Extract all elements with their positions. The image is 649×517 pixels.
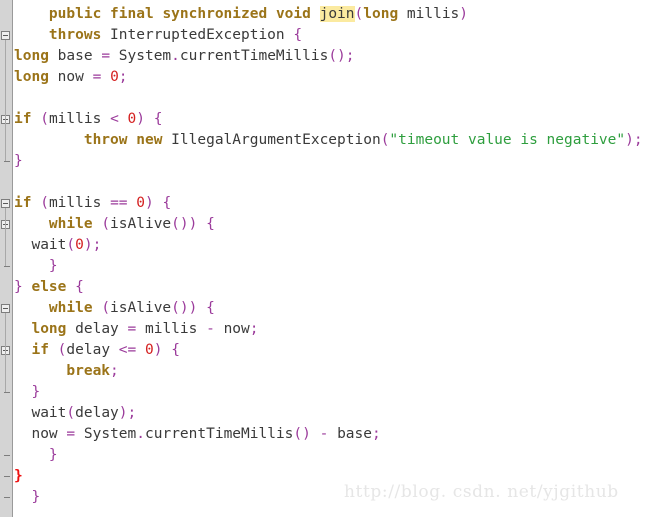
code-line[interactable]: long now = 0; xyxy=(14,67,128,88)
code-line[interactable]: throw new IllegalArgumentException("time… xyxy=(14,130,643,151)
code-line[interactable]: } xyxy=(14,445,58,466)
code-line[interactable]: } xyxy=(14,151,23,172)
code-line[interactable]: break; xyxy=(14,361,118,382)
code-line[interactable]: } xyxy=(14,256,58,277)
fold-end-icon[interactable] xyxy=(4,392,10,393)
code-line[interactable]: long base = System.currentTimeMillis(); xyxy=(14,46,355,67)
fold-end-icon[interactable] xyxy=(4,455,10,456)
fold-collapse-icon[interactable] xyxy=(1,199,10,208)
code-content-area[interactable]: public final synchronized void join(long… xyxy=(14,0,649,517)
code-line[interactable]: wait(0); xyxy=(14,235,101,256)
fold-end-icon[interactable] xyxy=(4,476,10,477)
fold-end-icon[interactable] xyxy=(4,497,10,498)
fold-collapse-icon[interactable] xyxy=(1,31,10,40)
fold-range-line xyxy=(5,40,6,161)
code-line[interactable]: long delay = millis - now; xyxy=(14,319,258,340)
fold-end-icon[interactable] xyxy=(4,161,10,162)
code-line[interactable]: throws InterruptedException { xyxy=(14,25,302,46)
code-line[interactable]: wait(delay); xyxy=(14,403,136,424)
code-line[interactable]: while (isAlive()) { xyxy=(14,298,215,319)
fold-collapse-icon[interactable] xyxy=(1,304,10,313)
fold-range-line xyxy=(5,355,6,392)
fold-range-line xyxy=(5,208,6,266)
code-line[interactable]: if (millis < 0) { xyxy=(14,109,162,130)
fold-end-icon[interactable] xyxy=(4,266,10,267)
code-line[interactable]: } else { xyxy=(14,277,84,298)
code-line[interactable]: if (delay <= 0) { xyxy=(14,340,179,361)
code-line[interactable]: } xyxy=(14,466,23,487)
watermark-url: http://blog. csdn. net/yjgithub xyxy=(344,482,619,502)
code-line[interactable]: now = System.currentTimeMillis() - base; xyxy=(14,424,380,445)
code-line[interactable]: public final synchronized void join(long… xyxy=(14,4,468,25)
code-editor-screenshot: } public final synchronized void join(lo… xyxy=(0,0,649,517)
code-line[interactable]: while (isAlive()) { xyxy=(14,214,215,235)
code-line[interactable]: } xyxy=(14,382,40,403)
code-folding-gutter[interactable] xyxy=(0,0,13,517)
code-line[interactable]: } xyxy=(14,487,40,508)
code-line[interactable]: if (millis == 0) { xyxy=(14,193,171,214)
